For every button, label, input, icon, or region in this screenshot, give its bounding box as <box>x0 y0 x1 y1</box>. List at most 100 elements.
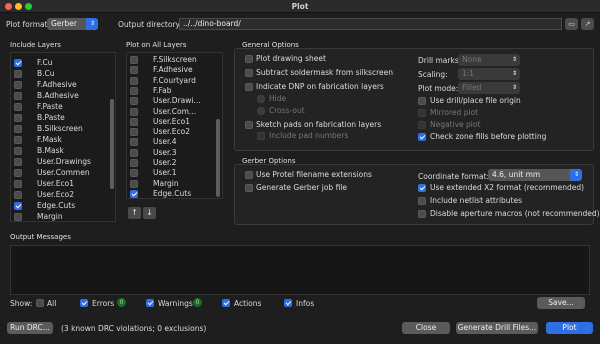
plot-all-layer-checkbox[interactable] <box>130 179 138 188</box>
scaling-select[interactable]: 1:1 ⇕ <box>458 68 520 80</box>
include-layer-checkbox[interactable] <box>14 103 22 111</box>
include-layer-row[interactable]: Edge.Cuts <box>11 201 115 211</box>
show-all-checkbox[interactable] <box>36 299 44 307</box>
include-layer-row[interactable]: User.Commen <box>11 168 115 178</box>
use-drill-origin-checkbox[interactable] <box>418 97 426 105</box>
run-drc-button[interactable]: Run DRC... <box>7 322 53 334</box>
plot-all-layer-row[interactable]: User.Eco2 <box>127 127 222 137</box>
generate-job-checkbox[interactable] <box>245 184 253 192</box>
generate-drill-files-button[interactable]: Generate Drill Files... <box>456 322 538 334</box>
indicate-dnp-checkbox[interactable] <box>245 83 253 91</box>
plot-all-layer-row[interactable]: F.Silkscreen <box>127 55 222 65</box>
include-layer-checkbox[interactable] <box>14 158 22 166</box>
use-protel-checkbox[interactable] <box>245 171 253 179</box>
plot-all-layer-checkbox[interactable] <box>130 97 138 106</box>
plot-all-layer-checkbox[interactable] <box>130 66 138 75</box>
plot-all-layer-checkbox[interactable] <box>130 169 138 178</box>
coordinate-format-select[interactable]: 4.6, unit mm ⇕ <box>488 169 582 181</box>
plot-all-layer-checkbox[interactable] <box>130 128 138 137</box>
include-layer-row[interactable]: F.Adhesive <box>11 80 115 90</box>
hide-radio[interactable] <box>257 95 265 103</box>
include-layer-checkbox[interactable] <box>14 213 22 221</box>
include-layer-checkbox[interactable] <box>14 81 22 89</box>
plot-all-layer-checkbox[interactable] <box>130 107 138 116</box>
plot-all-layer-row[interactable]: Margin <box>127 179 222 189</box>
plot-button[interactable]: Plot <box>546 322 593 334</box>
include-layers-list[interactable]: F.Cu B.Cu F.Adhesive B.Adhesive F.Paste B.Pas… <box>10 52 116 222</box>
plot-on-all-layers-list[interactable]: F.Silkscreen F.Adhesive F.Courtyard F.Fab Us… <box>126 52 223 199</box>
plot-all-layer-row[interactable]: User.Com... <box>127 107 222 117</box>
plot-all-layer-label: User.2 <box>153 158 177 167</box>
plot-all-layer-row[interactable]: User.4 <box>127 137 222 147</box>
plot-all-layer-checkbox[interactable] <box>130 56 138 64</box>
include-layer-row[interactable]: User.Eco1 <box>11 179 115 189</box>
plot-all-layer-row[interactable]: User.3 <box>127 148 222 158</box>
plot-all-layer-checkbox[interactable] <box>130 189 138 198</box>
close-button[interactable]: Close <box>402 322 450 334</box>
output-messages-area[interactable] <box>10 245 590 295</box>
include-layer-row[interactable]: B.Mask <box>11 146 115 156</box>
include-layer-checkbox[interactable] <box>14 169 22 177</box>
include-layer-checkbox[interactable] <box>14 70 22 78</box>
plot-all-layer-checkbox[interactable] <box>130 138 138 147</box>
include-layer-checkbox[interactable] <box>14 125 22 133</box>
plot-all-layer-row[interactable]: F.Courtyard <box>127 76 222 86</box>
include-layer-row[interactable]: B.Silkscreen <box>11 124 115 134</box>
move-up-button[interactable]: ↑ <box>128 207 141 219</box>
include-layer-row[interactable]: Margin <box>11 212 115 221</box>
include-layer-checkbox[interactable] <box>14 191 22 199</box>
include-layer-row[interactable]: User.Drawings <box>11 157 115 167</box>
include-netlist-checkbox[interactable] <box>418 197 426 205</box>
include-layer-row[interactable]: F.Cu <box>11 58 115 68</box>
drill-marks-select[interactable]: None ⇕ <box>458 54 520 66</box>
plot-all-layer-row[interactable]: User.Drawi... <box>127 96 222 106</box>
include-layer-checkbox[interactable] <box>14 147 22 155</box>
include-layer-row[interactable]: B.Paste <box>11 113 115 123</box>
plot-all-layer-label: User.Eco1 <box>153 116 191 126</box>
include-layer-row[interactable]: F.Paste <box>11 102 115 112</box>
show-errors-checkbox[interactable] <box>80 299 88 307</box>
plot-format-select[interactable]: Gerber ⇕ <box>47 18 98 30</box>
save-messages-button[interactable]: Save... <box>537 297 585 309</box>
include-layer-checkbox[interactable] <box>14 59 22 67</box>
plot-all-layer-row[interactable]: F.Fab <box>127 86 222 96</box>
plot-all-layer-checkbox[interactable] <box>130 159 138 167</box>
plot-all-layer-row[interactable]: User.Eco1 <box>127 117 222 127</box>
plot-drawing-sheet-checkbox[interactable] <box>245 55 253 63</box>
show-actions-checkbox[interactable] <box>222 299 230 307</box>
include-layer-label: F.Cu <box>37 58 53 67</box>
sketch-pads-checkbox[interactable] <box>245 121 253 129</box>
include-layer-checkbox[interactable] <box>14 92 22 100</box>
use-x2-checkbox[interactable] <box>418 184 426 192</box>
open-external-button[interactable]: ↗ <box>581 18 594 30</box>
plot-all-layer-checkbox[interactable] <box>130 86 138 95</box>
cross-out-radio[interactable] <box>257 107 265 115</box>
plot-all-layer-checkbox[interactable] <box>130 148 138 157</box>
plot-all-layer-row[interactable]: Edge.Cuts <box>127 189 222 198</box>
output-directory-input[interactable]: ../../dino-board/ <box>179 18 562 30</box>
negative-plot-checkbox[interactable] <box>418 121 426 129</box>
show-infos-checkbox[interactable] <box>284 299 292 307</box>
disable-aperture-checkbox[interactable] <box>418 210 426 218</box>
plot-all-layer-checkbox[interactable] <box>130 117 138 126</box>
plot-all-layer-row[interactable]: User.1 <box>127 168 222 178</box>
plot-all-layer-checkbox[interactable] <box>130 76 138 85</box>
check-zone-fills-checkbox[interactable] <box>418 133 426 141</box>
include-layer-checkbox[interactable] <box>14 136 22 144</box>
include-pad-numbers-checkbox[interactable] <box>257 132 265 140</box>
include-layer-row[interactable]: F.Mask <box>11 135 115 145</box>
plot-mode-select[interactable]: Filled ⇕ <box>458 82 520 94</box>
mirrored-plot-checkbox[interactable] <box>418 109 426 117</box>
include-layer-row[interactable]: B.Cu <box>11 69 115 79</box>
include-layer-checkbox[interactable] <box>14 202 22 210</box>
subtract-soldermask-checkbox[interactable] <box>245 69 253 77</box>
show-warnings-checkbox[interactable] <box>146 299 154 307</box>
move-down-button[interactable]: ↓ <box>143 207 156 219</box>
folder-browse-button[interactable]: ▭ <box>565 18 578 30</box>
plot-all-layer-row[interactable]: User.2 <box>127 158 222 168</box>
include-layer-checkbox[interactable] <box>14 114 22 122</box>
plot-all-layer-row[interactable]: F.Adhesive <box>127 65 222 75</box>
include-layer-row[interactable]: B.Adhesive <box>11 91 115 101</box>
include-layer-checkbox[interactable] <box>14 180 22 188</box>
include-layer-row[interactable]: User.Eco2 <box>11 190 115 200</box>
